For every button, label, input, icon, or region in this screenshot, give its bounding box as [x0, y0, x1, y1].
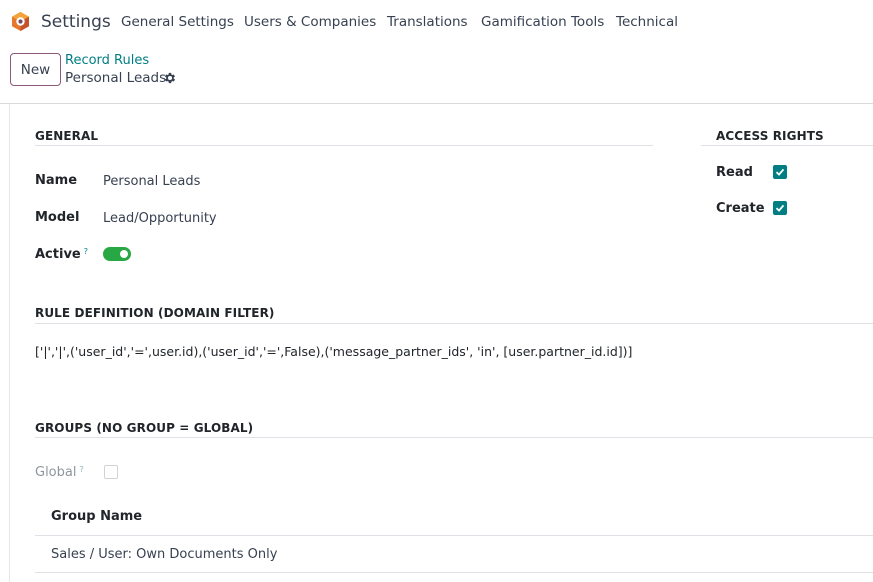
section-title-general: GENERAL	[35, 129, 99, 143]
active-label-text: Active	[35, 247, 81, 262]
active-toggle[interactable]	[103, 247, 131, 261]
global-help-icon[interactable]: ?	[79, 465, 83, 474]
section-separator	[35, 145, 653, 146]
global-label: Global?	[35, 465, 84, 480]
settings-app-icon[interactable]	[10, 11, 31, 32]
section-separator	[701, 145, 873, 146]
active-label: Active?	[35, 247, 88, 262]
new-button[interactable]: New	[10, 53, 61, 86]
read-checkbox[interactable]	[773, 165, 787, 179]
section-separator	[35, 437, 873, 438]
model-field[interactable]: Lead/Opportunity	[103, 211, 217, 226]
domain-filter-field[interactable]: ['|','|',('user_id','=',user.id),('user_…	[35, 344, 632, 359]
gear-icon[interactable]	[163, 71, 177, 85]
menu-gamification-tools[interactable]: Gamification Tools	[481, 14, 604, 30]
global-label-text: Global	[35, 465, 77, 480]
menu-users-companies[interactable]: Users & Companies	[244, 14, 376, 30]
section-title-rule-definition: RULE DEFINITION (DOMAIN FILTER)	[35, 306, 275, 320]
table-row[interactable]: Sales / User: Own Documents Only	[35, 535, 873, 573]
toggle-knob	[120, 250, 128, 258]
breadcrumb-current: Personal Leads	[65, 70, 167, 86]
active-help-icon[interactable]: ?	[84, 247, 88, 256]
section-title-groups: GROUPS (NO GROUP = GLOBAL)	[35, 421, 254, 435]
menu-technical[interactable]: Technical	[616, 14, 678, 30]
create-checkbox[interactable]	[773, 201, 787, 215]
control-panel-divider	[0, 103, 873, 104]
form-sheet-edge	[9, 104, 10, 582]
menu-general-settings[interactable]: General Settings	[121, 14, 234, 30]
name-field[interactable]: Personal Leads	[103, 174, 200, 189]
section-separator	[35, 323, 873, 324]
check-icon	[775, 204, 785, 212]
column-header-group-name[interactable]: Group Name	[51, 509, 142, 524]
menu-translations[interactable]: Translations	[387, 14, 468, 30]
check-icon	[775, 168, 785, 176]
group-name-cell: Sales / User: Own Documents Only	[51, 547, 278, 562]
read-label: Read	[716, 165, 753, 180]
model-label: Model	[35, 210, 80, 225]
global-checkbox	[104, 465, 118, 479]
breadcrumb-record-rules[interactable]: Record Rules	[65, 53, 149, 68]
create-label: Create	[716, 201, 765, 216]
name-label: Name	[35, 173, 78, 188]
app-name[interactable]: Settings	[41, 12, 111, 32]
top-navbar: Settings General Settings Users & Compan…	[0, 0, 873, 44]
section-title-access-rights: ACCESS RIGHTS	[716, 129, 824, 143]
